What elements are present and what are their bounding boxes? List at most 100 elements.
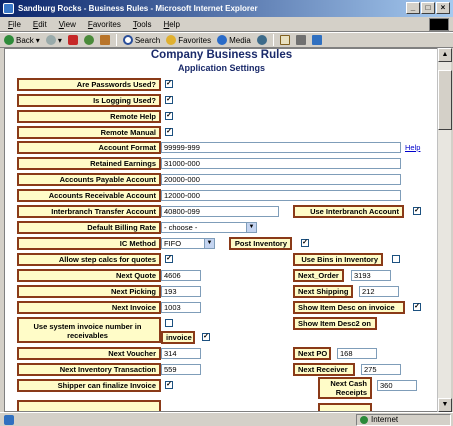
history-icon [256,35,267,45]
search-button[interactable]: Search [122,33,161,47]
scroll-thumb[interactable] [438,70,452,130]
show-item-desc2-label: Show Item Desc2 on [293,317,377,330]
remote-manual-checkbox[interactable]: ✓ [165,128,173,136]
favorites-button[interactable]: Favorites [166,33,211,47]
next-invoice-input[interactable]: 1003 [161,302,201,313]
vertical-scrollbar[interactable]: ▲ ▼ [437,48,452,412]
dropdown-arrow-icon: ▾ [35,35,40,45]
next-cash-receipts-input[interactable]: 360 [377,380,417,391]
account-format-input[interactable]: 99999-999 [161,142,401,153]
print-icon [295,35,306,45]
maximize-button[interactable]: □ [421,2,435,14]
next-shipping-label: Next Shipping [293,285,353,298]
shipper-finalize-checkbox[interactable]: ✓ [165,381,173,389]
show-item-desc2-label-cont: invoice [161,331,195,344]
accounts-receivable-label: Accounts Receivable Account [17,189,161,202]
next-receiver-input[interactable]: 275 [361,364,401,375]
menu-file[interactable]: File [8,17,21,31]
edit-button[interactable] [311,33,322,47]
logging-used-checkbox[interactable]: ✓ [165,96,173,104]
default-billing-rate-select[interactable]: - choose - ▼ [161,222,257,233]
media-button[interactable]: Media [217,33,251,47]
next-inventory-transaction-input[interactable]: 559 [161,364,201,375]
next-picking-label: Next Picking [17,285,161,298]
window-controls: _ □ × [406,2,450,14]
next-voucher-input[interactable]: 314 [161,348,201,359]
security-zone: Internet [356,414,451,426]
search-label: Search [134,35,161,45]
chevron-down-icon: ▼ [204,239,214,248]
retained-earnings-label: Retained Earnings [17,157,161,170]
retained-earnings-input[interactable]: 31000-000 [161,158,401,169]
globe-icon [360,416,368,424]
menu-edit[interactable]: Edit [33,17,47,31]
minimize-button[interactable]: _ [406,2,420,14]
print-button[interactable] [295,33,306,47]
next-shipping-input[interactable]: 212 [359,286,399,297]
search-icon [122,35,133,45]
ic-method-label: IC Method [17,237,161,250]
accounts-receivable-input[interactable]: 12000-000 [161,190,401,201]
back-label: Back [16,35,34,45]
forward-button[interactable]: ▾ [45,33,62,47]
media-icon [217,35,228,45]
menu-tools[interactable]: Tools [133,17,152,31]
next-picking-input[interactable]: 193 [161,286,201,297]
menu-help[interactable]: Help [164,17,180,31]
next-inventory-transaction-label: Next Inventory Transaction [17,363,161,376]
default-billing-rate-value: - choose - [164,223,198,232]
page-done-icon [4,415,14,425]
accounts-payable-input[interactable]: 20000-000 [161,174,401,185]
use-interbranch-checkbox[interactable]: ✓ [413,207,421,215]
use-bins-checkbox[interactable] [392,255,400,263]
help-link[interactable]: Help [405,143,420,152]
home-icon [99,35,110,45]
show-item-desc-invoice-label: Show Item Desc on invoice [293,301,405,314]
interbranch-transfer-input[interactable]: 40800-099 [161,206,279,217]
back-button[interactable]: Back ▾ [4,33,40,47]
menu-view[interactable]: View [59,17,76,31]
home-button[interactable] [99,33,110,47]
next-receiver-label: Next Receiver [293,363,355,376]
system-invoice-number-label: Use system invoice number in receivables [17,317,161,343]
next-invoice-label: Next Invoice [17,301,161,314]
mail-icon [279,35,290,45]
refresh-icon [83,35,94,45]
stop-button[interactable] [67,33,78,47]
show-item-desc2-checkbox[interactable]: ✓ [202,333,210,341]
next-po-label: Next PO [293,347,331,360]
next-quote-input[interactable]: 4606 [161,270,201,281]
scroll-up-button[interactable]: ▲ [438,48,452,62]
show-item-desc-invoice-checkbox[interactable]: ✓ [413,303,421,311]
ic-method-select[interactable]: FIFO ▼ [161,238,215,249]
post-inventory-checkbox[interactable]: ✓ [301,239,309,247]
page-content: Company Business Rules Application Setti… [4,48,437,412]
accounts-payable-label: Accounts Payable Account [17,173,161,186]
close-button[interactable]: × [436,2,450,14]
refresh-button[interactable] [83,33,94,47]
allow-step-calcs-checkbox[interactable]: ✓ [165,255,173,263]
menu-favorites[interactable]: Favorites [88,17,121,31]
dropdown-arrow-icon: ▾ [57,35,62,45]
use-interbranch-label: Use Interbranch Account [293,205,404,218]
remote-manual-label: Remote Manual [17,126,161,139]
history-button[interactable] [256,33,267,47]
window-title-bar[interactable]: Sandburg Rocks - Business Rules - Micros… [0,0,453,17]
mail-button[interactable] [279,33,290,47]
next-quote-label: Next Quote [17,269,161,282]
passwords-used-checkbox[interactable]: ✓ [165,80,173,88]
next-cash-receipts-label: Next Cash Receipts [318,377,372,399]
chevron-down-icon: ▼ [246,223,256,232]
default-billing-rate-label: Default Billing Rate [17,221,161,234]
logging-used-label: Is Logging Used? [17,94,161,107]
windows-logo-icon [429,18,449,31]
next-po-input[interactable]: 168 [337,348,377,359]
ie-app-icon[interactable] [3,3,14,14]
remote-help-checkbox[interactable]: ✓ [165,112,173,120]
scroll-down-button[interactable]: ▼ [438,398,452,412]
next-order-input[interactable]: 3193 [351,270,391,281]
system-invoice-number-checkbox[interactable] [165,319,173,327]
menu-bar: File Edit View Favorites Tools Help [0,17,453,32]
back-arrow-icon [4,35,14,45]
next-row-label-partial [17,400,161,411]
